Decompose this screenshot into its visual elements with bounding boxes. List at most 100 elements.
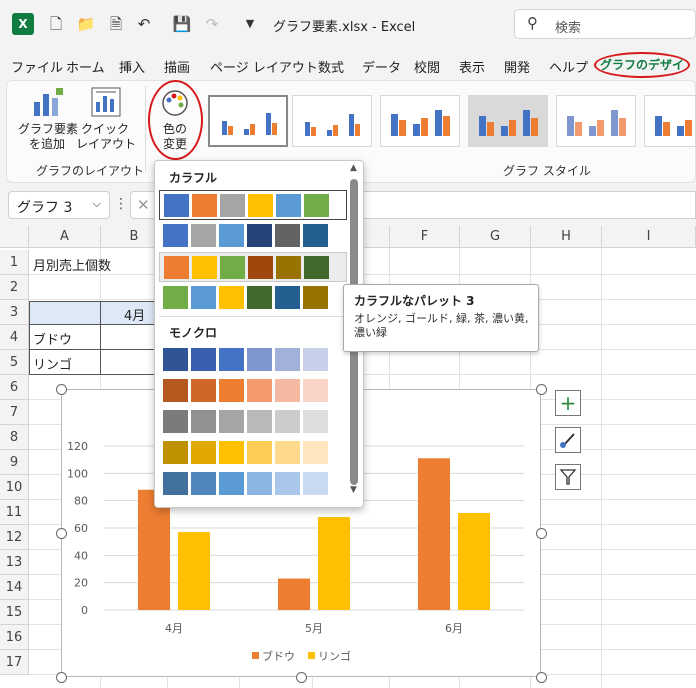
tab-help[interactable]: ヘルプ: [549, 57, 588, 76]
cell-a4[interactable]: ブドウ: [33, 329, 72, 348]
row-header-3[interactable]: 3: [0, 300, 29, 325]
row-header-4[interactable]: 4: [0, 325, 29, 350]
row-header-8[interactable]: 8: [0, 425, 29, 450]
row-header-11[interactable]: 11: [0, 500, 29, 525]
monochrome-palette-5[interactable]: [159, 469, 347, 499]
colorful-header: カラフル: [169, 171, 218, 185]
add-chart-element-button[interactable]: グラフ要素 を追加: [18, 122, 78, 152]
color-swatch: [191, 379, 216, 402]
colorful-palette-4[interactable]: [159, 283, 347, 313]
scroll-down-icon[interactable]: ▼: [350, 485, 357, 495]
color-swatch: [191, 410, 216, 433]
print-preview-icon[interactable]: 🗎: [106, 14, 126, 34]
scroll-up-icon[interactable]: ▲: [350, 163, 357, 173]
color-swatch: [304, 256, 329, 279]
monochrome-palette-4[interactable]: [159, 438, 347, 468]
column-header-h[interactable]: H: [531, 226, 602, 248]
chart-filter-icon[interactable]: [555, 464, 581, 490]
monochrome-palette-3[interactable]: [159, 407, 347, 437]
new-file-icon[interactable]: 🗋: [46, 14, 66, 34]
chart-style-6[interactable]: [644, 95, 696, 147]
chart-style-4[interactable]: [468, 95, 548, 147]
tab-data[interactable]: データ: [362, 57, 401, 76]
chart-style-1[interactable]: [208, 95, 288, 147]
tab-draw[interactable]: 描画: [164, 57, 190, 76]
x-tick-label: 4月: [165, 622, 183, 635]
row-header-10[interactable]: 10: [0, 475, 29, 500]
cell-a5[interactable]: リンゴ: [33, 354, 72, 373]
row-header-13[interactable]: 13: [0, 550, 29, 575]
undo-icon[interactable]: ↶: [134, 14, 154, 34]
color-swatch: [219, 472, 244, 495]
chart-styles-brush-icon[interactable]: [555, 427, 581, 453]
resize-handle-bottom[interactable]: [296, 672, 307, 683]
chevron-down-icon[interactable]: ⌵: [93, 197, 101, 211]
tab-developer[interactable]: 開発: [504, 57, 530, 76]
cell-b5[interactable]: [101, 350, 161, 375]
tab-home[interactable]: ホーム: [66, 57, 105, 76]
chart-style-2[interactable]: [292, 95, 372, 147]
row-header-17[interactable]: 17: [0, 650, 29, 675]
color-swatch: [220, 194, 245, 217]
resize-handle-left[interactable]: [56, 528, 67, 539]
chart-elements-plus-icon[interactable]: +: [555, 390, 581, 416]
color-swatch: [220, 256, 245, 279]
tab-page-layout[interactable]: ページ レイアウト: [210, 57, 318, 76]
cancel-icon[interactable]: ✕: [137, 196, 150, 214]
save-icon[interactable]: 💾: [172, 14, 192, 34]
row-header-15[interactable]: 15: [0, 600, 29, 625]
row-header-1[interactable]: 1: [0, 250, 29, 275]
row-header-5[interactable]: 5: [0, 350, 29, 375]
row-header-7[interactable]: 7: [0, 400, 29, 425]
tab-review[interactable]: 校閲: [414, 57, 440, 76]
open-folder-icon[interactable]: 📁: [76, 14, 96, 34]
tab-view[interactable]: 表示: [459, 57, 485, 76]
resize-handle-top-right[interactable]: [536, 384, 547, 395]
column-header-i[interactable]: I: [602, 226, 696, 248]
monochrome-palette-2[interactable]: [159, 376, 347, 406]
chart-style-3[interactable]: [380, 95, 460, 147]
quick-layout-button[interactable]: クイック レイアウト: [76, 122, 136, 152]
row-header-2[interactable]: 2: [0, 275, 29, 300]
redo-icon[interactable]: ↷: [202, 14, 222, 34]
tab-insert[interactable]: 挿入: [119, 57, 145, 76]
monochrome-palette-1[interactable]: [159, 345, 347, 375]
column-header-g[interactable]: G: [460, 226, 531, 248]
color-swatch: [219, 348, 244, 371]
y-tick-label: 40: [74, 549, 88, 562]
tab-formulas[interactable]: 数式: [318, 57, 344, 76]
cell-b3[interactable]: 4月: [124, 305, 145, 324]
resize-handle-bottom-left[interactable]: [56, 672, 67, 683]
row-header-16[interactable]: 16: [0, 625, 29, 650]
row-header-9[interactable]: 9: [0, 450, 29, 475]
cell-a1[interactable]: 月別売上個数: [33, 255, 111, 274]
colorful-palette-1[interactable]: [159, 190, 347, 220]
select-all-corner[interactable]: [0, 226, 29, 248]
colorful-palette-3[interactable]: [159, 252, 347, 282]
cell-a3[interactable]: [29, 301, 101, 325]
chart-style-5[interactable]: [556, 95, 636, 147]
more-options-icon[interactable]: ⋮: [114, 196, 128, 212]
customize-toolbar-icon[interactable]: ▼: [240, 14, 260, 34]
colorful-palette-2[interactable]: [159, 221, 347, 251]
row-header-12[interactable]: 12: [0, 525, 29, 550]
bar-リンゴ: [178, 532, 210, 610]
column-header-f[interactable]: F: [390, 226, 460, 248]
tab-chart-design[interactable]: グラフのデザイン: [594, 52, 690, 94]
color-swatch: [191, 348, 216, 371]
resize-handle-top-left[interactable]: [56, 384, 67, 395]
row-header-6[interactable]: 6: [0, 375, 29, 400]
column-header-a[interactable]: A: [29, 226, 101, 248]
name-box[interactable]: グラフ 3 ⌵: [8, 191, 110, 219]
color-swatch: [247, 441, 272, 464]
color-swatch: [275, 286, 300, 309]
color-swatch: [191, 224, 216, 247]
tab-file[interactable]: ファイル: [11, 57, 63, 76]
cell-b4[interactable]: [101, 325, 161, 350]
color-swatch: [303, 410, 328, 433]
color-swatch: [303, 441, 328, 464]
search-input[interactable]: ⚲ 検索: [514, 9, 696, 39]
resize-handle-bottom-right[interactable]: [536, 672, 547, 683]
resize-handle-right[interactable]: [536, 528, 547, 539]
row-header-14[interactable]: 14: [0, 575, 29, 600]
